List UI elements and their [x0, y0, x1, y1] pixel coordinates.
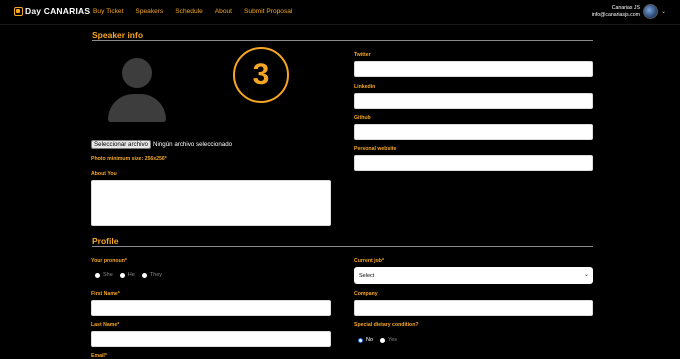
- section-divider: [92, 246, 593, 247]
- current-job-value: Select: [359, 272, 375, 279]
- pronoun-label: Your pronoun*: [91, 258, 127, 264]
- dietary-no-label: No: [366, 337, 374, 343]
- step-number-badge: 3: [233, 47, 289, 103]
- dietary-radio-group: No Yes: [358, 337, 404, 343]
- email-label: Email*: [91, 353, 107, 359]
- github-input[interactable]: [354, 124, 593, 140]
- main-nav: Buy Ticket Speakers Schedule About Submi…: [93, 8, 304, 15]
- pronoun-he-radio[interactable]: [119, 272, 125, 278]
- avatar-placeholder-body-icon: [108, 94, 166, 122]
- avatar-placeholder-head-icon: [122, 58, 152, 88]
- last-name-label: Last Name*: [91, 322, 120, 328]
- dietary-label: Special dietary condition?: [354, 322, 419, 328]
- pronoun-they-label: They: [149, 272, 163, 278]
- about-textarea[interactable]: [91, 180, 331, 226]
- chevron-down-icon: ⌄: [583, 272, 589, 278]
- twitter-label: Twitter: [354, 52, 371, 58]
- logo[interactable]: Day CANARIAS: [14, 6, 90, 16]
- first-name-input[interactable]: [91, 300, 331, 316]
- logo-icon: [14, 6, 23, 16]
- pronoun-he-label: He: [127, 272, 135, 278]
- nav-about[interactable]: About: [215, 8, 232, 15]
- pronoun-she-radio[interactable]: [95, 272, 100, 278]
- section-title-speaker-info: Speaker info: [92, 30, 144, 40]
- company-input[interactable]: [354, 300, 593, 316]
- chevron-down-icon[interactable]: ⌄: [661, 8, 666, 15]
- user-name: Canarias JS: [611, 4, 640, 11]
- about-label: About You: [91, 171, 117, 177]
- twitter-input[interactable]: [354, 61, 593, 77]
- top-navbar: Day CANARIAS Buy Ticket Speakers Schedul…: [0, 0, 680, 25]
- website-input[interactable]: [354, 155, 593, 171]
- linkedin-label: Linkedin: [354, 84, 376, 90]
- current-job-label: Current job*: [354, 258, 384, 264]
- last-name-input[interactable]: [91, 331, 331, 347]
- choose-file-button[interactable]: Seleccionar archivo: [91, 140, 151, 149]
- user-email: info@canariasjs.com: [591, 11, 640, 18]
- nav-speakers[interactable]: Speakers: [135, 8, 163, 15]
- logo-text: Day CANARIAS: [25, 6, 91, 16]
- dietary-yes-label: Yes: [388, 337, 398, 343]
- user-avatar[interactable]: [642, 4, 658, 19]
- user-info: Canarias JS info@canariasjs.com: [592, 5, 640, 19]
- pronoun-they-radio[interactable]: [141, 272, 147, 278]
- nav-buy-ticket[interactable]: Buy Ticket: [93, 8, 123, 15]
- github-label: Github: [354, 115, 371, 121]
- nav-submit-proposal[interactable]: Submit Proposal: [244, 8, 292, 15]
- user-menu[interactable]: Canarias JS info@canariasjs.com ⌄: [592, 4, 666, 19]
- nav-schedule[interactable]: Schedule: [175, 8, 203, 15]
- section-divider: [92, 40, 593, 41]
- pronoun-radio-group: She He They: [95, 272, 169, 278]
- current-job-select[interactable]: Select ⌄: [354, 267, 593, 284]
- linkedin-input[interactable]: [354, 93, 593, 109]
- company-label: Company: [354, 291, 378, 297]
- dietary-yes-radio[interactable]: [380, 337, 386, 343]
- photo-upload: Seleccionar archivo Ningún archivo selec…: [91, 140, 232, 149]
- first-name-label: First Name*: [91, 291, 120, 297]
- file-status-text: Ningún archivo seleccionado: [153, 141, 233, 148]
- section-title-profile: Profile: [92, 236, 119, 246]
- pronoun-she-label: She: [103, 272, 113, 278]
- photo-size-note: Photo minimum size: 256x256*: [91, 156, 167, 162]
- website-label: Personal website: [354, 146, 397, 152]
- dietary-no-radio[interactable]: [358, 337, 363, 343]
